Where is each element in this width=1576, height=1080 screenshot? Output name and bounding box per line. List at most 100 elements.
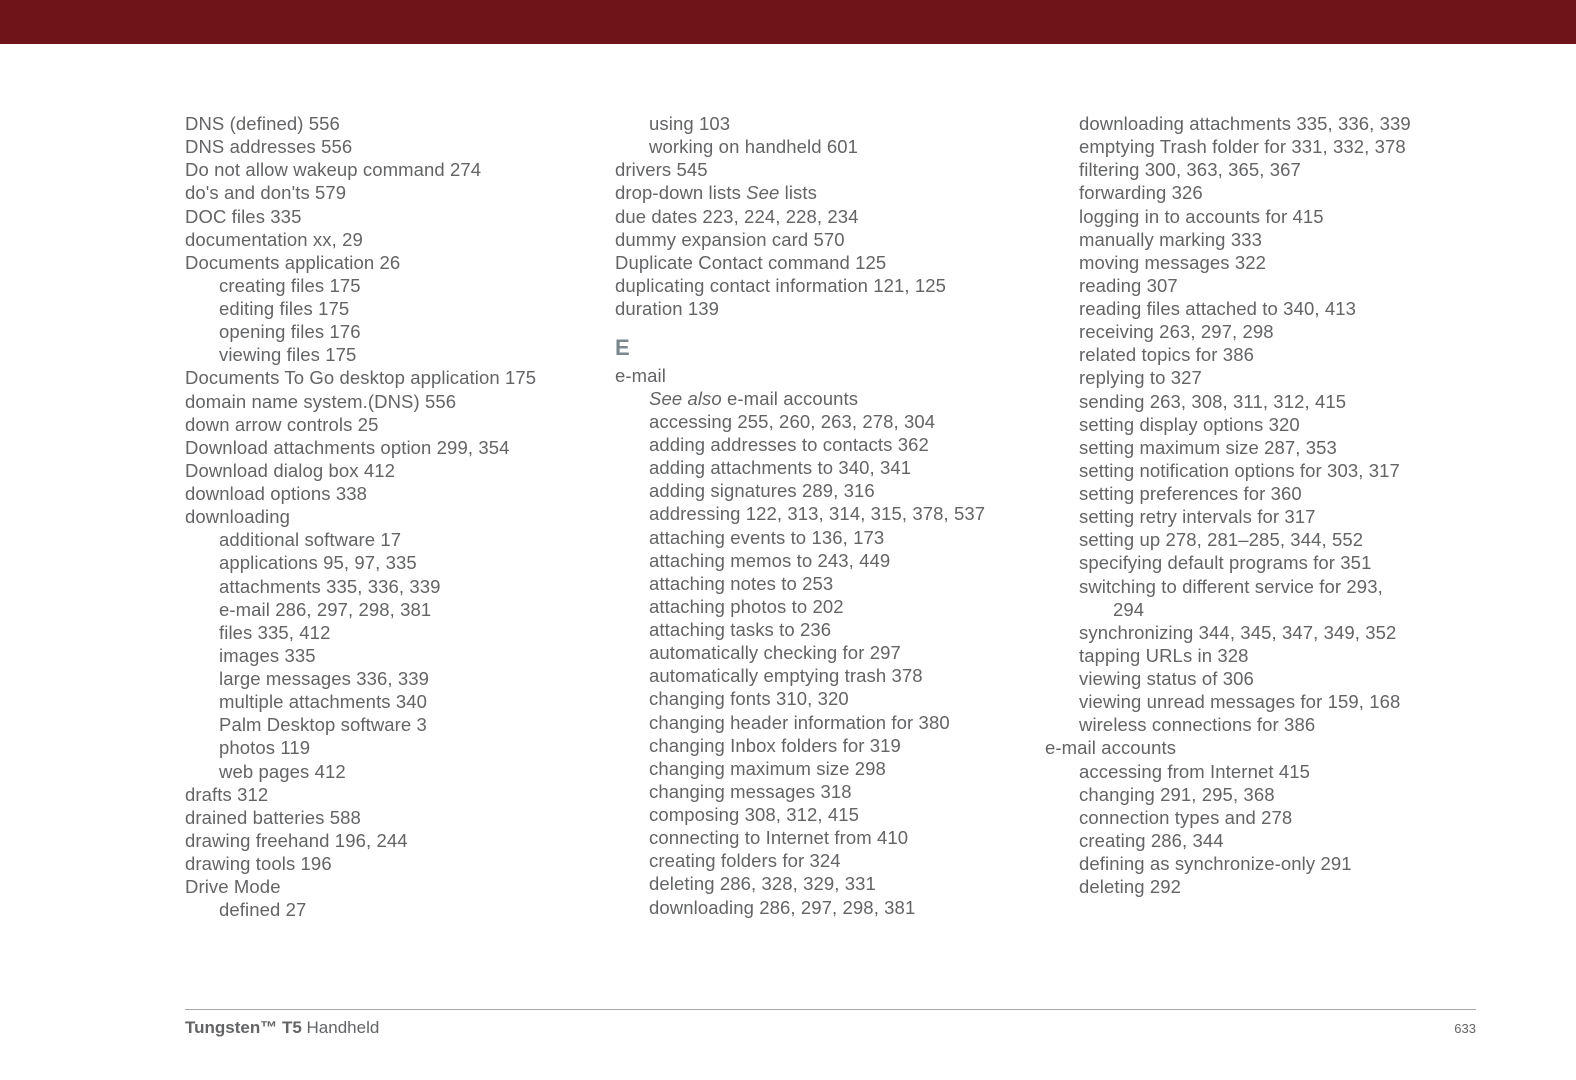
index-entry: specifying default programs for 351: [1045, 551, 1435, 574]
index-entry: changing fonts 310, 320: [615, 687, 1005, 710]
index-entry: Download dialog box 412: [185, 459, 575, 482]
index-entry: opening files 176: [185, 320, 575, 343]
index-entry: emptying Trash folder for 331, 332, 378: [1045, 135, 1435, 158]
index-entry: do's and don'ts 579: [185, 181, 575, 204]
index-entry: setting notification options for 303, 31…: [1045, 459, 1435, 482]
index-entry: downloading: [185, 505, 575, 528]
index-entry: defined 27: [185, 898, 575, 921]
index-entry-part: lists: [779, 182, 817, 203]
footer-title-bold: Tungsten™ T5: [185, 1018, 302, 1037]
index-entry: changing messages 318: [615, 780, 1005, 803]
index-entry: creating 286, 344: [1045, 829, 1435, 852]
footer-title-rest: Handheld: [302, 1018, 380, 1037]
index-column-3: downloading attachments 335, 336, 339emp…: [1045, 112, 1435, 921]
index-entry: switching to different service for 293,: [1045, 575, 1435, 598]
index-entry: addressing 122, 313, 314, 315, 378, 537: [615, 502, 1005, 525]
index-entry: viewing files 175: [185, 343, 575, 366]
index-entry: downloading 286, 297, 298, 381: [615, 896, 1005, 919]
index-entry: receiving 263, 297, 298: [1045, 320, 1435, 343]
index-entry: down arrow controls 25: [185, 413, 575, 436]
index-entry: due dates 223, 224, 228, 234: [615, 205, 1005, 228]
index-column-2: using 103working on handheld 601drivers …: [615, 112, 1005, 921]
index-entry: duration 139: [615, 297, 1005, 320]
index-columns: DNS (defined) 556DNS addresses 556Do not…: [185, 112, 1435, 921]
index-entry: attaching memos to 243, 449: [615, 549, 1005, 572]
index-entry: dummy expansion card 570: [615, 228, 1005, 251]
index-entry: moving messages 322: [1045, 251, 1435, 274]
index-entry: filtering 300, 363, 365, 367: [1045, 158, 1435, 181]
index-entry: Drive Mode: [185, 875, 575, 898]
index-entry: DOC files 335: [185, 205, 575, 228]
index-entry: files 335, 412: [185, 621, 575, 644]
index-entry: duplicating contact information 121, 125: [615, 274, 1005, 297]
index-entry: documentation xx, 29: [185, 228, 575, 251]
footer-page-number: 633: [1454, 1021, 1476, 1036]
index-entry: DNS (defined) 556: [185, 112, 575, 135]
index-entry: tapping URLs in 328: [1045, 644, 1435, 667]
index-entry: connecting to Internet from 410: [615, 826, 1005, 849]
index-entry: downloading attachments 335, 336, 339: [1045, 112, 1435, 135]
index-entry: logging in to accounts for 415: [1045, 205, 1435, 228]
index-entry: viewing unread messages for 159, 168: [1045, 690, 1435, 713]
index-entry: 294: [1045, 598, 1435, 621]
page-body: DNS (defined) 556DNS addresses 556Do not…: [0, 44, 1576, 1080]
index-entry: e-mail accounts: [1045, 736, 1435, 759]
index-entry: photos 119: [185, 736, 575, 759]
index-entry: editing files 175: [185, 297, 575, 320]
index-entry: drawing freehand 196, 244: [185, 829, 575, 852]
index-entry: domain name system.(DNS) 556: [185, 390, 575, 413]
index-entry: changing Inbox folders for 319: [615, 734, 1005, 757]
index-entry: DNS addresses 556: [185, 135, 575, 158]
index-entry: replying to 327: [1045, 366, 1435, 389]
index-entry: adding addresses to contacts 362: [615, 433, 1005, 456]
index-entry: drafts 312: [185, 783, 575, 806]
index-entry: wireless connections for 386: [1045, 713, 1435, 736]
index-entry: attachments 335, 336, 339: [185, 575, 575, 598]
index-entry-part: drop-down lists: [615, 182, 746, 203]
index-entry: attaching tasks to 236: [615, 618, 1005, 641]
index-entry: multiple attachments 340: [185, 690, 575, 713]
index-entry: accessing 255, 260, 263, 278, 304: [615, 410, 1005, 433]
index-column-1: DNS (defined) 556DNS addresses 556Do not…: [185, 112, 575, 921]
index-entry: Download attachments option 299, 354: [185, 436, 575, 459]
index-entry: synchronizing 344, 345, 347, 349, 352: [1045, 621, 1435, 644]
index-entry: reading 307: [1045, 274, 1435, 297]
index-entry: deleting 286, 328, 329, 331: [615, 872, 1005, 895]
index-entry: e-mail: [615, 364, 1005, 387]
index-entry: applications 95, 97, 335: [185, 551, 575, 574]
page-footer: Tungsten™ T5 Handheld 633: [185, 1009, 1476, 1038]
footer-title: Tungsten™ T5 Handheld: [185, 1018, 379, 1038]
index-entry: setting display options 320: [1045, 413, 1435, 436]
index-entry: drained batteries 588: [185, 806, 575, 829]
index-entry: changing header information for 380: [615, 711, 1005, 734]
index-entry: deleting 292: [1045, 875, 1435, 898]
header-banner: [0, 0, 1576, 44]
index-entry: download options 338: [185, 482, 575, 505]
index-entry-part: e-mail accounts: [722, 388, 858, 409]
index-entry: defining as synchronize-only 291: [1045, 852, 1435, 875]
index-entry: automatically checking for 297: [615, 641, 1005, 664]
index-entry: attaching events to 136, 173: [615, 526, 1005, 549]
index-entry: drawing tools 196: [185, 852, 575, 875]
index-entry: Duplicate Contact command 125: [615, 251, 1005, 274]
index-entry: web pages 412: [185, 760, 575, 783]
index-entry: Do not allow wakeup command 274: [185, 158, 575, 181]
index-entry: forwarding 326: [1045, 181, 1435, 204]
index-entry: working on handheld 601: [615, 135, 1005, 158]
index-entry: See also e-mail accounts: [615, 387, 1005, 410]
index-entry: related topics for 386: [1045, 343, 1435, 366]
index-entry: attaching notes to 253: [615, 572, 1005, 595]
index-entry: adding attachments to 340, 341: [615, 456, 1005, 479]
index-entry: Documents application 26: [185, 251, 575, 274]
index-entry: adding signatures 289, 316: [615, 479, 1005, 502]
index-entry: setting preferences for 360: [1045, 482, 1435, 505]
index-entry: accessing from Internet 415: [1045, 760, 1435, 783]
index-entry: Documents To Go desktop application 175: [185, 366, 575, 389]
index-entry: setting retry intervals for 317: [1045, 505, 1435, 528]
index-entry: changing maximum size 298: [615, 757, 1005, 780]
section-letter: E: [615, 334, 1005, 362]
index-entry: reading files attached to 340, 413: [1045, 297, 1435, 320]
index-entry: drivers 545: [615, 158, 1005, 181]
index-entry: setting maximum size 287, 353: [1045, 436, 1435, 459]
footer-rule: [185, 1009, 1476, 1010]
